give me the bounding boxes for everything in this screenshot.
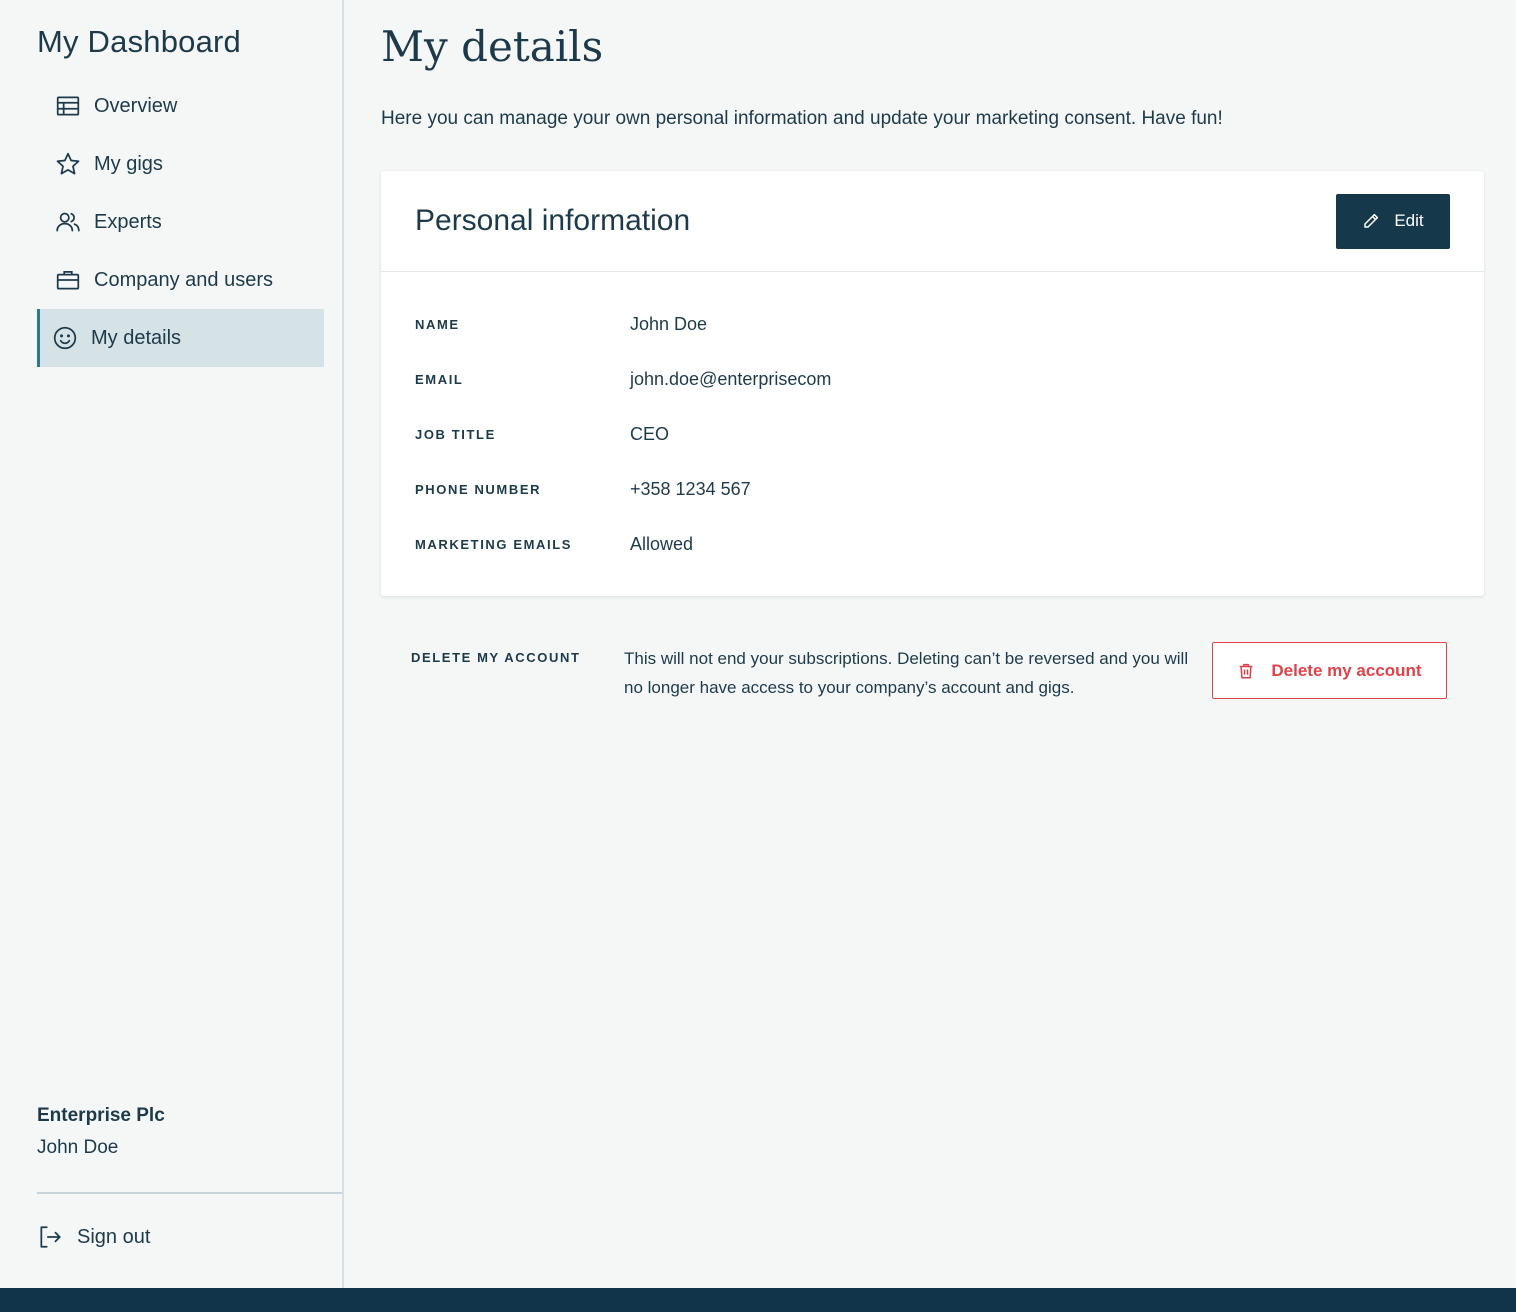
sign-out-button[interactable]: Sign out: [37, 1224, 150, 1250]
account-info: Enterprise Plc John Doe: [37, 1105, 165, 1159]
sidebar-item-company-and-users[interactable]: Company and users: [37, 251, 324, 309]
sidebar-item-my-gigs[interactable]: My gigs: [37, 135, 324, 193]
field-row-marketing-emails: MARKETING EMAILS Allowed: [415, 517, 1450, 572]
sign-out-icon: [40, 1226, 61, 1248]
delete-account-label: DELETE MY ACCOUNT: [411, 650, 581, 665]
sidebar-title: My Dashboard: [37, 24, 241, 59]
field-label: PHONE NUMBER: [415, 482, 542, 497]
sidebar-divider: [37, 1192, 342, 1194]
field-value: John Doe: [630, 314, 708, 334]
delete-account-button-label: Delete my account: [1271, 660, 1422, 680]
field-row-email: EMAIL john.doe@enterprisecom: [415, 352, 1450, 407]
card-header: Personal information Edit: [381, 171, 1484, 272]
sidebar-item-my-details[interactable]: My details: [37, 309, 324, 367]
delete-account-button[interactable]: Delete my account: [1212, 642, 1447, 699]
smiley-icon: [51, 324, 79, 352]
field-row-phone-number: PHONE NUMBER +358 1234 567: [415, 462, 1450, 517]
field-label: NAME: [415, 317, 460, 332]
page-intro: Here you can manage your own personal in…: [381, 108, 1223, 129]
briefcase-icon: [54, 266, 82, 294]
field-row-name: NAME John Doe: [415, 297, 1450, 352]
sidebar-item-label: Company and users: [94, 268, 273, 291]
card-title: Personal information: [415, 204, 691, 237]
field-list: NAME John Doe EMAIL john.doe@enterprisec…: [381, 272, 1484, 572]
sidebar-item-label: My gigs: [94, 152, 163, 175]
user-name: John Doe: [37, 1137, 119, 1158]
field-label: JOB TITLE: [415, 427, 496, 442]
field-value: CEO: [630, 424, 670, 444]
sidebar-nav: Overview My gigs Experts Company and use…: [37, 77, 324, 367]
sidebar-item-label: Experts: [94, 210, 162, 233]
sidebar-item-label: Overview: [94, 94, 178, 117]
main-content: My details Here you can manage your own …: [344, 0, 1516, 1288]
trash-icon: [1240, 663, 1253, 678]
sidebar-item-experts[interactable]: Experts: [37, 193, 324, 251]
edit-button-label: Edit: [1394, 211, 1424, 230]
organization-name: Enterprise Plc: [37, 1105, 165, 1126]
sidebar: My Dashboard Overview My gigs Experts Co…: [0, 0, 344, 1288]
sidebar-item-overview[interactable]: Overview: [37, 77, 324, 135]
pencil-icon: [1364, 213, 1379, 228]
field-value: john.doe@enterprisecom: [630, 369, 832, 389]
field-row-job-title: JOB TITLE CEO: [415, 407, 1450, 462]
field-label: EMAIL: [415, 372, 464, 387]
footer-bar: [0, 1288, 1516, 1312]
sign-out-label: Sign out: [77, 1225, 151, 1248]
star-icon: [54, 150, 82, 178]
app-root: My Dashboard Overview My gigs Experts Co…: [0, 0, 1516, 1312]
page-title: My details: [381, 22, 604, 71]
delete-account-description: This will not end your subscriptions. De…: [624, 649, 1189, 697]
field-label: MARKETING EMAILS: [415, 537, 573, 552]
personal-information-card: Personal information Edit NAME John Doe …: [381, 171, 1484, 596]
edit-button[interactable]: Edit: [1336, 193, 1450, 249]
table-icon: [54, 92, 82, 120]
sidebar-item-label: My details: [91, 326, 182, 349]
users-icon: [54, 208, 82, 236]
field-value: +358 1234 567: [630, 479, 751, 499]
field-value: Allowed: [630, 534, 694, 554]
